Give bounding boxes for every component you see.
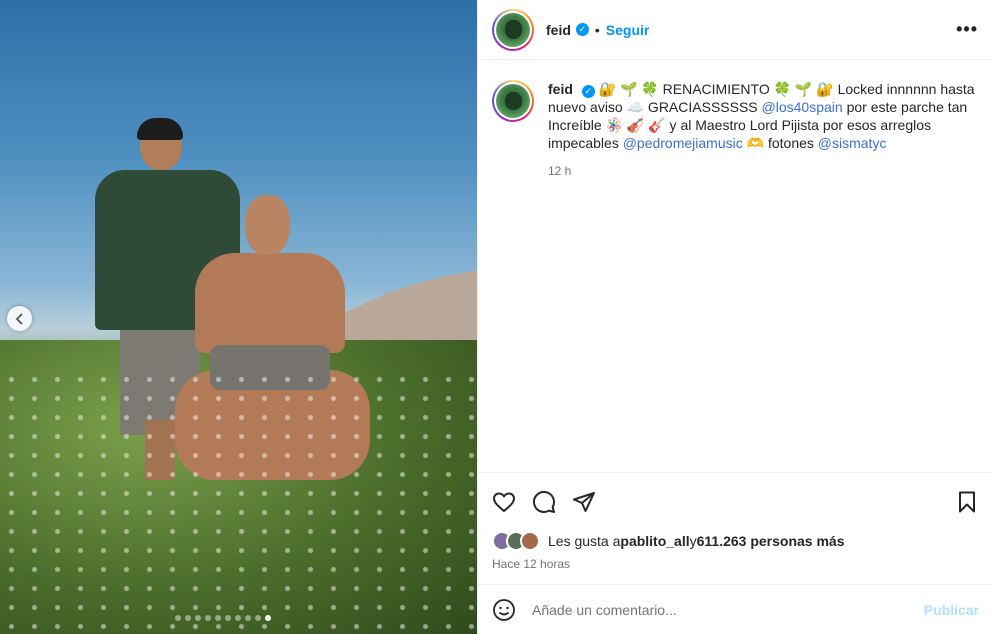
- likes-count[interactable]: 611.263 personas más: [697, 533, 845, 549]
- header-separator: •: [594, 21, 600, 38]
- verified-badge-icon: ✓: [575, 23, 589, 36]
- post-header: feid ✓ • Seguir •••: [478, 0, 992, 60]
- emoji-icon[interactable]: [492, 598, 516, 622]
- heart-icon[interactable]: [492, 490, 516, 514]
- bookmark-icon[interactable]: [955, 490, 979, 514]
- caption-body: feid ✓ 🔐 🌱 🍀 RENACIMIENTO 🍀 🌱 🔐 Locked i…: [548, 80, 978, 452]
- carousel-dot: [195, 615, 201, 621]
- send-icon[interactable]: [572, 490, 596, 514]
- carousel-dot: [185, 615, 191, 621]
- likes-prefix: Les gusta a: [548, 533, 621, 549]
- comment-icon[interactable]: [532, 490, 556, 514]
- mention-link[interactable]: @sismatyc: [818, 135, 887, 151]
- author-avatar[interactable]: [492, 8, 534, 51]
- carousel-dot: [205, 615, 211, 621]
- carousel-dot: [175, 615, 181, 621]
- previous-image-button[interactable]: [7, 306, 32, 331]
- caption-username[interactable]: feid: [548, 81, 573, 97]
- caption-avatar[interactable]: [492, 80, 534, 122]
- carousel-dot: [265, 615, 271, 621]
- follow-button[interactable]: Seguir: [606, 22, 650, 38]
- photo-flowers: [0, 370, 477, 634]
- likes-middle: y: [689, 533, 697, 549]
- carousel-dot: [245, 615, 251, 621]
- post-side-panel: feid ✓ • Seguir ••• feid ✓ 🔐 🌱 🍀 RENACIM…: [477, 0, 992, 634]
- comment-bar: Publicar: [478, 584, 992, 634]
- carousel-dot: [255, 615, 261, 621]
- mention-link[interactable]: @pedromejiamusic: [623, 135, 743, 151]
- post-photo: [0, 0, 477, 634]
- liker-username[interactable]: pablito_all: [620, 533, 689, 549]
- likes-row: Les gusta a pablito_all y 611.263 person…: [492, 531, 979, 551]
- caption-part: 🫶 fotones: [742, 135, 818, 151]
- liker-avatars[interactable]: [492, 531, 540, 551]
- post-time[interactable]: Hace 12 horas: [492, 557, 979, 571]
- carousel-dot: [215, 615, 221, 621]
- carousel-dot: [235, 615, 241, 621]
- author-username[interactable]: feid: [546, 22, 571, 38]
- carousel-dot: [225, 615, 231, 621]
- more-options-icon[interactable]: •••: [956, 19, 978, 40]
- publish-button[interactable]: Publicar: [924, 602, 979, 618]
- verified-badge-icon: ✓: [581, 84, 595, 98]
- caption-time[interactable]: 12 h: [548, 162, 978, 180]
- carousel-dots: [175, 615, 271, 621]
- actions-section: Les gusta a pablito_all y 611.263 person…: [478, 472, 992, 584]
- caption-area: feid ✓ 🔐 🌱 🍀 RENACIMIENTO 🍀 🌱 🔐 Locked i…: [478, 60, 992, 472]
- action-icons: [492, 489, 979, 515]
- chevron-left-icon: [15, 312, 23, 325]
- comment-input[interactable]: [532, 601, 924, 618]
- mention-link[interactable]: @los40spain: [762, 99, 843, 115]
- caption-text: feid ✓ 🔐 🌱 🍀 RENACIMIENTO 🍀 🌱 🔐 Locked i…: [548, 80, 978, 152]
